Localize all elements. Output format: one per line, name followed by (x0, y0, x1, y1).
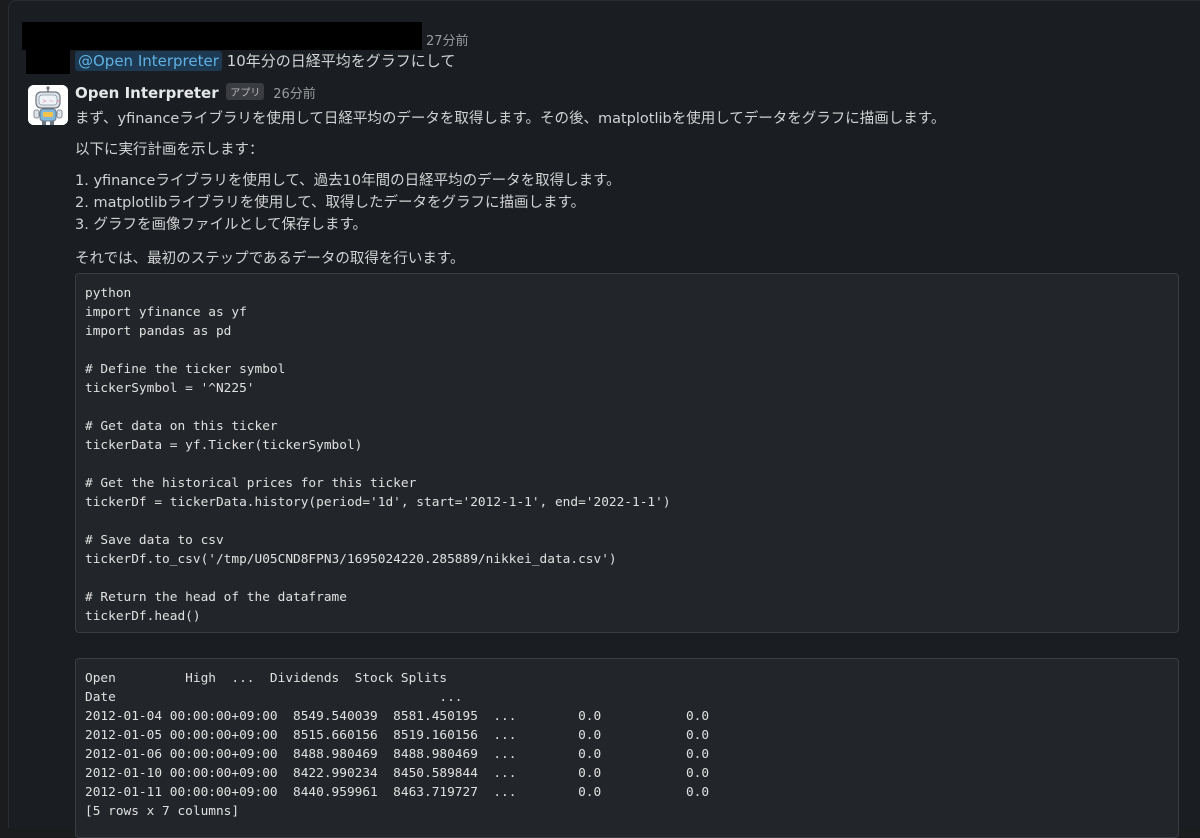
mention-link[interactable]: @Open Interpreter (75, 51, 222, 71)
redacted-username (22, 22, 422, 50)
sender-name[interactable]: Open Interpreter (75, 84, 219, 102)
message-header: Open Interpreter アプリ 26分前 (75, 83, 316, 102)
message-timestamp[interactable]: 26分前 (273, 87, 316, 102)
intro-text: まず、yfinanceライブラリを使用して日経平均のデータを取得します。その後、… (75, 111, 946, 127)
plan-heading: 以下に実行計画を示します： (75, 142, 264, 158)
list-item: 1. yfinanceライブラリを使用して、過去10年間の日経平均のデータを取得… (75, 173, 621, 189)
plan-steps: 1. yfinanceライブラリを使用して、過去10年間の日経平均のデータを取得… (75, 170, 621, 236)
output-block: Open High ... Dividends Stock Splits Dat… (75, 658, 1179, 838)
message-timestamp[interactable]: 27分前 (426, 30, 469, 49)
bot-avatar[interactable]: > ~ < (28, 85, 68, 125)
svg-text:> ~ <: > ~ < (42, 98, 61, 105)
robot-icon: > ~ < (28, 85, 68, 125)
app-badge: アプリ (226, 83, 265, 100)
list-item: 3. グラフを画像ファイルとして保存します。 (75, 217, 368, 233)
user-message-text: 10年分の日経平均をグラフにして (226, 52, 456, 70)
code-block: python import yfinance as yf import pand… (75, 273, 1179, 633)
transition-text: それでは、最初のステップであるデータの取得を行います。 (75, 251, 465, 267)
user-message: @Open Interpreter 10年分の日経平均をグラフにして (75, 50, 455, 71)
list-item: 2. matplotlibライブラリを使用して、取得したデータをグラフに描画しま… (75, 195, 586, 211)
redacted-avatar (26, 50, 70, 74)
